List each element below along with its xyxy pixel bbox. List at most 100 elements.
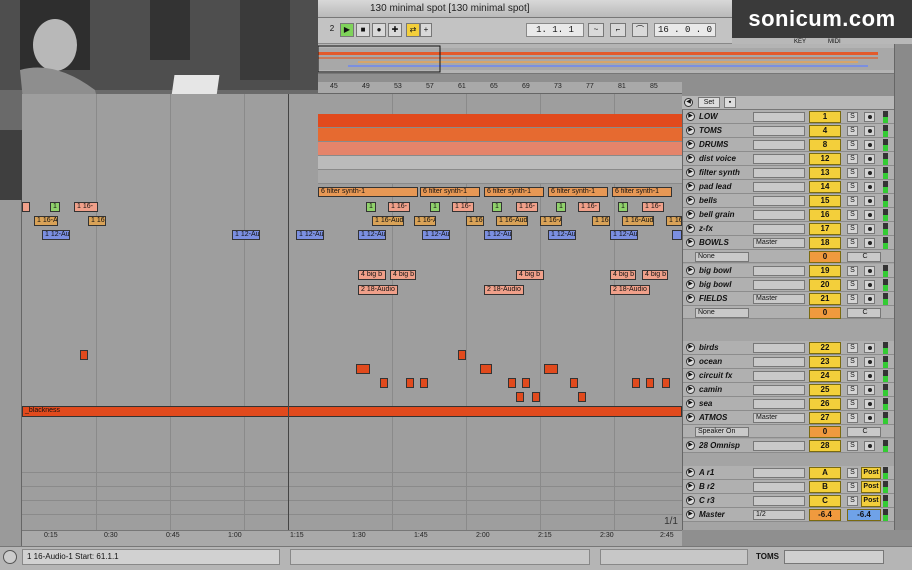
clip[interactable]: 1 16-	[466, 216, 484, 226]
track-header[interactable]: ▶ bells 15 S	[683, 194, 895, 208]
routing-field[interactable]	[753, 371, 805, 381]
track-number[interactable]: 22	[809, 342, 841, 354]
clip[interactable]	[480, 364, 492, 374]
arm-button[interactable]	[864, 294, 875, 304]
track-header[interactable]: ▶ big bowl 19 S	[683, 264, 895, 278]
track-header[interactable]: ▶ z-fx 17 S	[683, 222, 895, 236]
arm-button[interactable]	[864, 140, 875, 150]
solo-button[interactable]: S	[847, 441, 858, 451]
clip[interactable]: 1	[430, 202, 440, 212]
routing-field[interactable]	[753, 210, 805, 220]
clip[interactable]: 1 16-	[642, 202, 664, 212]
routing-field[interactable]	[753, 126, 805, 136]
track-header[interactable]: ▶ sea 26 S	[683, 397, 895, 411]
arm-button[interactable]	[864, 168, 875, 178]
track-header[interactable]: ▶ big bowl 20 S	[683, 278, 895, 292]
clip[interactable]: 1 16-	[74, 202, 98, 212]
clip[interactable]: 1 16-	[452, 202, 474, 212]
arm-button[interactable]	[864, 399, 875, 409]
draw-icon[interactable]: +	[420, 23, 432, 37]
toms-lane-clip[interactable]	[318, 128, 682, 142]
pan-field[interactable]: C	[847, 427, 881, 437]
stop-button[interactable]: ■	[356, 23, 370, 37]
set-button[interactable]: Set	[698, 97, 720, 108]
clip[interactable]: 2 18-Audio	[610, 285, 650, 295]
expand-arrow-icon[interactable]: ▶	[686, 371, 695, 380]
solo-button[interactable]: S	[847, 182, 858, 192]
clip[interactable]: 1 16-	[592, 216, 610, 226]
beat-ruler[interactable]: 45 49 53 57 61 65 69 73 77 81 85	[318, 82, 682, 94]
track-number[interactable]: 20	[809, 279, 841, 291]
expand-arrow-icon[interactable]: ▶	[686, 357, 695, 366]
solo-button[interactable]: S	[847, 371, 858, 381]
track-header[interactable]: ▶ TOMS 4 S	[683, 124, 895, 138]
clip[interactable]: 1 16-	[388, 202, 410, 212]
clip[interactable]	[578, 392, 586, 402]
track-header[interactable]: ▶ LOW 1 S	[683, 110, 895, 124]
clip[interactable]: 1 16-A	[34, 216, 58, 226]
expand-arrow-icon[interactable]: ▶	[686, 168, 695, 177]
track-header[interactable]: ▶ BOWLS Master 18 S	[683, 236, 895, 250]
arm-button[interactable]	[864, 238, 875, 248]
expand-arrow-icon[interactable]: ▶	[686, 280, 695, 289]
track-header[interactable]: ▶Master1/2-6.4S-6.4	[683, 508, 895, 522]
track-number[interactable]: 1	[809, 111, 841, 123]
expand-arrow-icon[interactable]: ▶	[686, 385, 695, 394]
clip[interactable]: 2 18-Audio	[484, 285, 524, 295]
track-header[interactable]: ▶ birds 22 S	[683, 341, 895, 355]
routing-field[interactable]	[753, 468, 805, 478]
clip[interactable]	[508, 378, 516, 388]
clip[interactable]: 4 big b	[358, 270, 386, 280]
solo-button[interactable]: S	[847, 266, 858, 276]
track-number[interactable]: 21	[809, 293, 841, 305]
track-number[interactable]: 17	[809, 223, 841, 235]
clip[interactable]: 1 16-A	[666, 216, 682, 226]
drums-lane-clip[interactable]	[318, 142, 682, 156]
solo-button[interactable]: S	[847, 168, 858, 178]
expand-arrow-icon[interactable]: ▶	[686, 399, 695, 408]
solo-button[interactable]: S	[847, 385, 858, 395]
clip[interactable]: 1	[618, 202, 628, 212]
arm-button[interactable]	[864, 441, 875, 451]
clip[interactable]	[662, 378, 670, 388]
overdub-button[interactable]: ✚	[388, 23, 402, 37]
arm-button[interactable]	[864, 343, 875, 353]
track-number[interactable]: C	[809, 495, 841, 507]
solo-button[interactable]: S	[847, 196, 858, 206]
routing-field[interactable]	[753, 441, 805, 451]
input-select[interactable]: None	[695, 308, 749, 318]
expand-arrow-icon[interactable]: ▶	[686, 126, 695, 135]
track-number[interactable]: 19	[809, 265, 841, 277]
track-number[interactable]: -6.4	[809, 509, 841, 521]
solo-button[interactable]: S	[847, 496, 858, 506]
track-number[interactable]: 28	[809, 440, 841, 452]
expand-arrow-icon[interactable]: ▶	[686, 441, 695, 450]
routing-field[interactable]: Master	[753, 238, 805, 248]
track-header[interactable]: ▶ dist voice 12 S	[683, 152, 895, 166]
arm-button[interactable]	[864, 126, 875, 136]
clip[interactable]: 1 12-Au	[548, 230, 576, 240]
post-button[interactable]: Post	[861, 495, 881, 507]
solo-button[interactable]: S	[847, 468, 858, 478]
arm-button[interactable]	[864, 154, 875, 164]
clip[interactable]: 1 16-	[516, 202, 538, 212]
volume-field[interactable]: 0	[809, 307, 841, 319]
arm-button[interactable]	[864, 413, 875, 423]
solo-button[interactable]: S	[847, 343, 858, 353]
routing-field[interactable]: Master	[753, 294, 805, 304]
clip[interactable]	[672, 230, 682, 240]
expand-arrow-icon[interactable]: ▶	[686, 343, 695, 352]
track-number[interactable]: A	[809, 467, 841, 479]
routing-field[interactable]	[753, 357, 805, 367]
loop-switch-icon[interactable]: ⌒	[632, 23, 648, 37]
volume-field[interactable]: 0	[809, 426, 841, 438]
arm-button[interactable]	[864, 280, 875, 290]
arm-button[interactable]	[864, 357, 875, 367]
track-number[interactable]: 27	[809, 412, 841, 424]
filter-synth-lane[interactable]	[318, 170, 682, 184]
expand-arrow-icon[interactable]: ▶	[686, 294, 695, 303]
clip[interactable]: 6 filter synth-1	[548, 187, 608, 197]
volume-field[interactable]: 0	[809, 251, 841, 263]
pan-field[interactable]: C	[847, 308, 881, 318]
post-button[interactable]: Post	[861, 481, 881, 493]
